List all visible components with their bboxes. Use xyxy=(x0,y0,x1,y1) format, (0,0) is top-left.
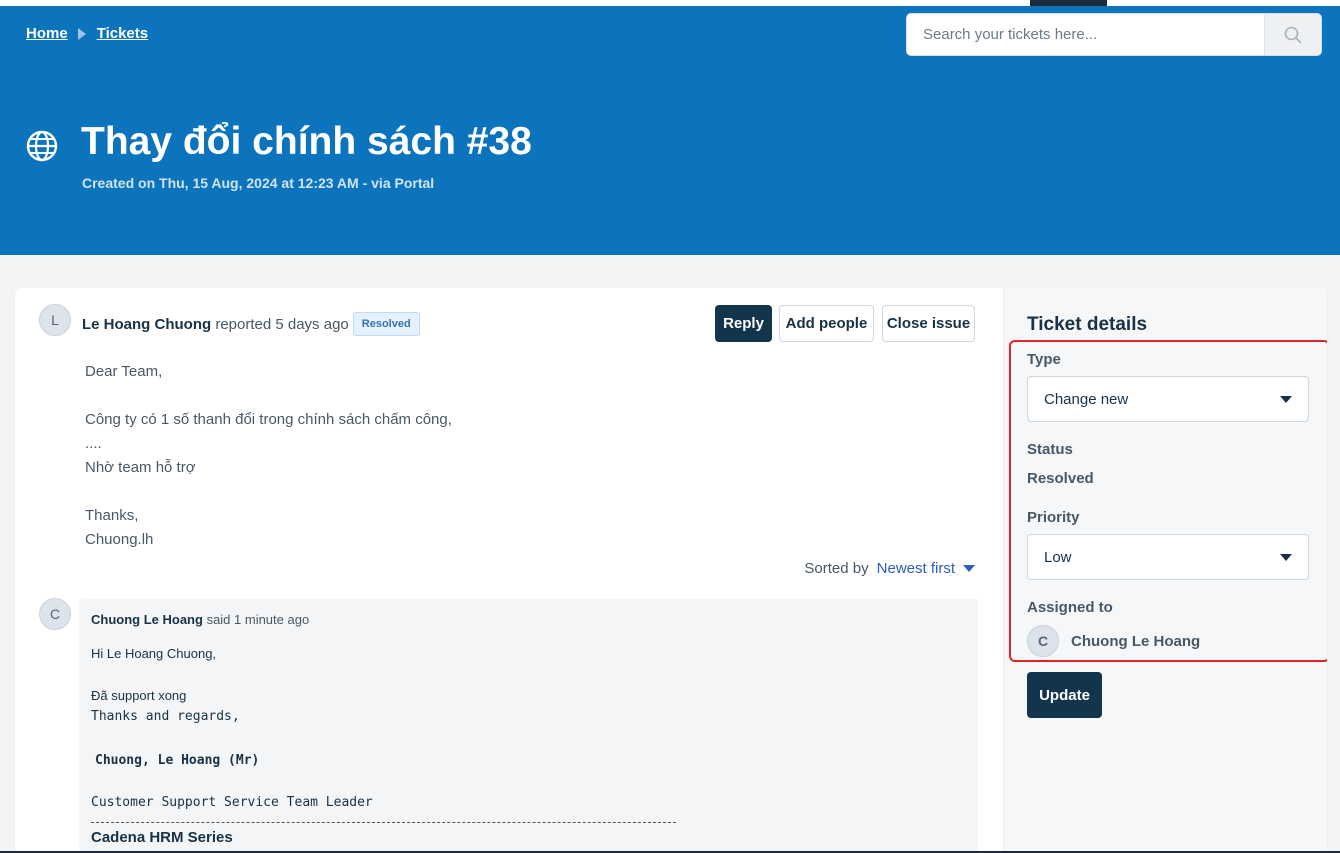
ticket-card: L Le Hoang Chuong reported 5 days ago Re… xyxy=(15,288,1327,853)
breadcrumb-separator-icon xyxy=(77,27,86,40)
globe-icon xyxy=(26,130,58,162)
reporter-name: Le Hoang Chuong xyxy=(82,315,212,333)
priority-label: Priority xyxy=(1027,509,1080,526)
ticket-search xyxy=(906,13,1322,56)
priority-select[interactable]: Low xyxy=(1027,534,1309,580)
ticket-header: Home Tickets Thay đổi chính sách #38 Cre… xyxy=(0,6,1340,255)
reply-button[interactable]: Reply xyxy=(715,305,772,342)
ticket-title: Thay đổi chính sách #38 xyxy=(81,120,532,163)
reply-line: Đã support xong xyxy=(91,688,187,703)
breadcrumb: Home Tickets xyxy=(26,25,148,42)
type-label: Type xyxy=(1027,351,1061,368)
chevron-down-icon xyxy=(1280,395,1292,403)
status-value: Resolved xyxy=(1027,470,1094,487)
add-people-button[interactable]: Add people xyxy=(779,305,874,342)
description-line: Chuong.lh xyxy=(85,531,154,548)
description-line: Dear Team, xyxy=(85,363,163,380)
assignee: C Chuong Le Hoang xyxy=(1027,625,1200,657)
reporter-avatar: L xyxy=(39,304,71,336)
chevron-down-icon xyxy=(1280,553,1292,561)
search-input[interactable] xyxy=(907,14,1265,55)
ticket-details-title: Ticket details xyxy=(1027,314,1148,335)
chevron-down-icon[interactable] xyxy=(963,565,975,572)
reply-closing: Thanks and regards, xyxy=(91,709,240,724)
reporter-line: Le Hoang Chuong reported 5 days ago Reso… xyxy=(82,312,420,336)
description-line: Thanks, xyxy=(85,507,139,524)
assignee-avatar: C xyxy=(1027,625,1059,657)
reply-body: Hi Le Hoang Chuong, Đã support xong Than… xyxy=(91,643,676,848)
ticket-description: Dear Team, Công ty có 1 số thanh đổi tro… xyxy=(85,360,452,552)
ticket-details-panel: Ticket details Type Change new Status Re… xyxy=(1003,288,1327,853)
description-line: Công ty có 1 số thanh đổi trong chính sá… xyxy=(85,411,452,428)
breadcrumb-tickets-link[interactable]: Tickets xyxy=(97,25,148,42)
reported-time: reported 5 days ago xyxy=(215,315,349,333)
description-line: .... xyxy=(85,435,102,452)
status-label: Status xyxy=(1027,441,1073,458)
ticket-created-info: Created on Thu, 15 Aug, 2024 at 12:23 AM… xyxy=(82,175,435,191)
signature-company: Cadena HRM Series xyxy=(91,829,233,846)
description-line xyxy=(85,384,452,408)
replier-avatar: C xyxy=(39,598,71,630)
status-badge: Resolved xyxy=(352,312,420,336)
search-button[interactable] xyxy=(1264,14,1321,55)
signature-name: Chuong, Le Hoang (Mr) xyxy=(95,753,260,768)
assignee-name: Chuong Le Hoang xyxy=(1071,632,1201,650)
assigned-label: Assigned to xyxy=(1027,599,1113,616)
type-value: Change new xyxy=(1044,390,1129,408)
replier-name: Chuong Le Hoang xyxy=(91,612,203,627)
signature-divider xyxy=(91,822,676,823)
reply-message: Chuong Le Hoang said 1 minute ago Hi Le … xyxy=(79,599,978,853)
description-line: Nhờ team hỗ trợ xyxy=(85,459,196,476)
reply-greeting: Hi Le Hoang Chuong, xyxy=(91,646,217,661)
sort-label: Sorted by xyxy=(804,560,869,577)
reply-header: Chuong Le Hoang said 1 minute ago xyxy=(91,612,309,627)
type-select[interactable]: Change new xyxy=(1027,376,1309,422)
description-line xyxy=(85,480,452,504)
priority-value: Low xyxy=(1044,548,1072,566)
breadcrumb-home-link[interactable]: Home xyxy=(26,25,68,42)
sort-dropdown[interactable]: Newest first xyxy=(877,560,955,577)
search-icon xyxy=(1284,26,1302,43)
signature-role: Customer Support Service Team Leader xyxy=(91,795,373,810)
sort-control: Sorted by Newest first xyxy=(804,560,975,577)
close-issue-button[interactable]: Close issue xyxy=(882,305,975,342)
reply-time: said 1 minute ago xyxy=(206,612,310,627)
update-button[interactable]: Update xyxy=(1027,672,1102,718)
